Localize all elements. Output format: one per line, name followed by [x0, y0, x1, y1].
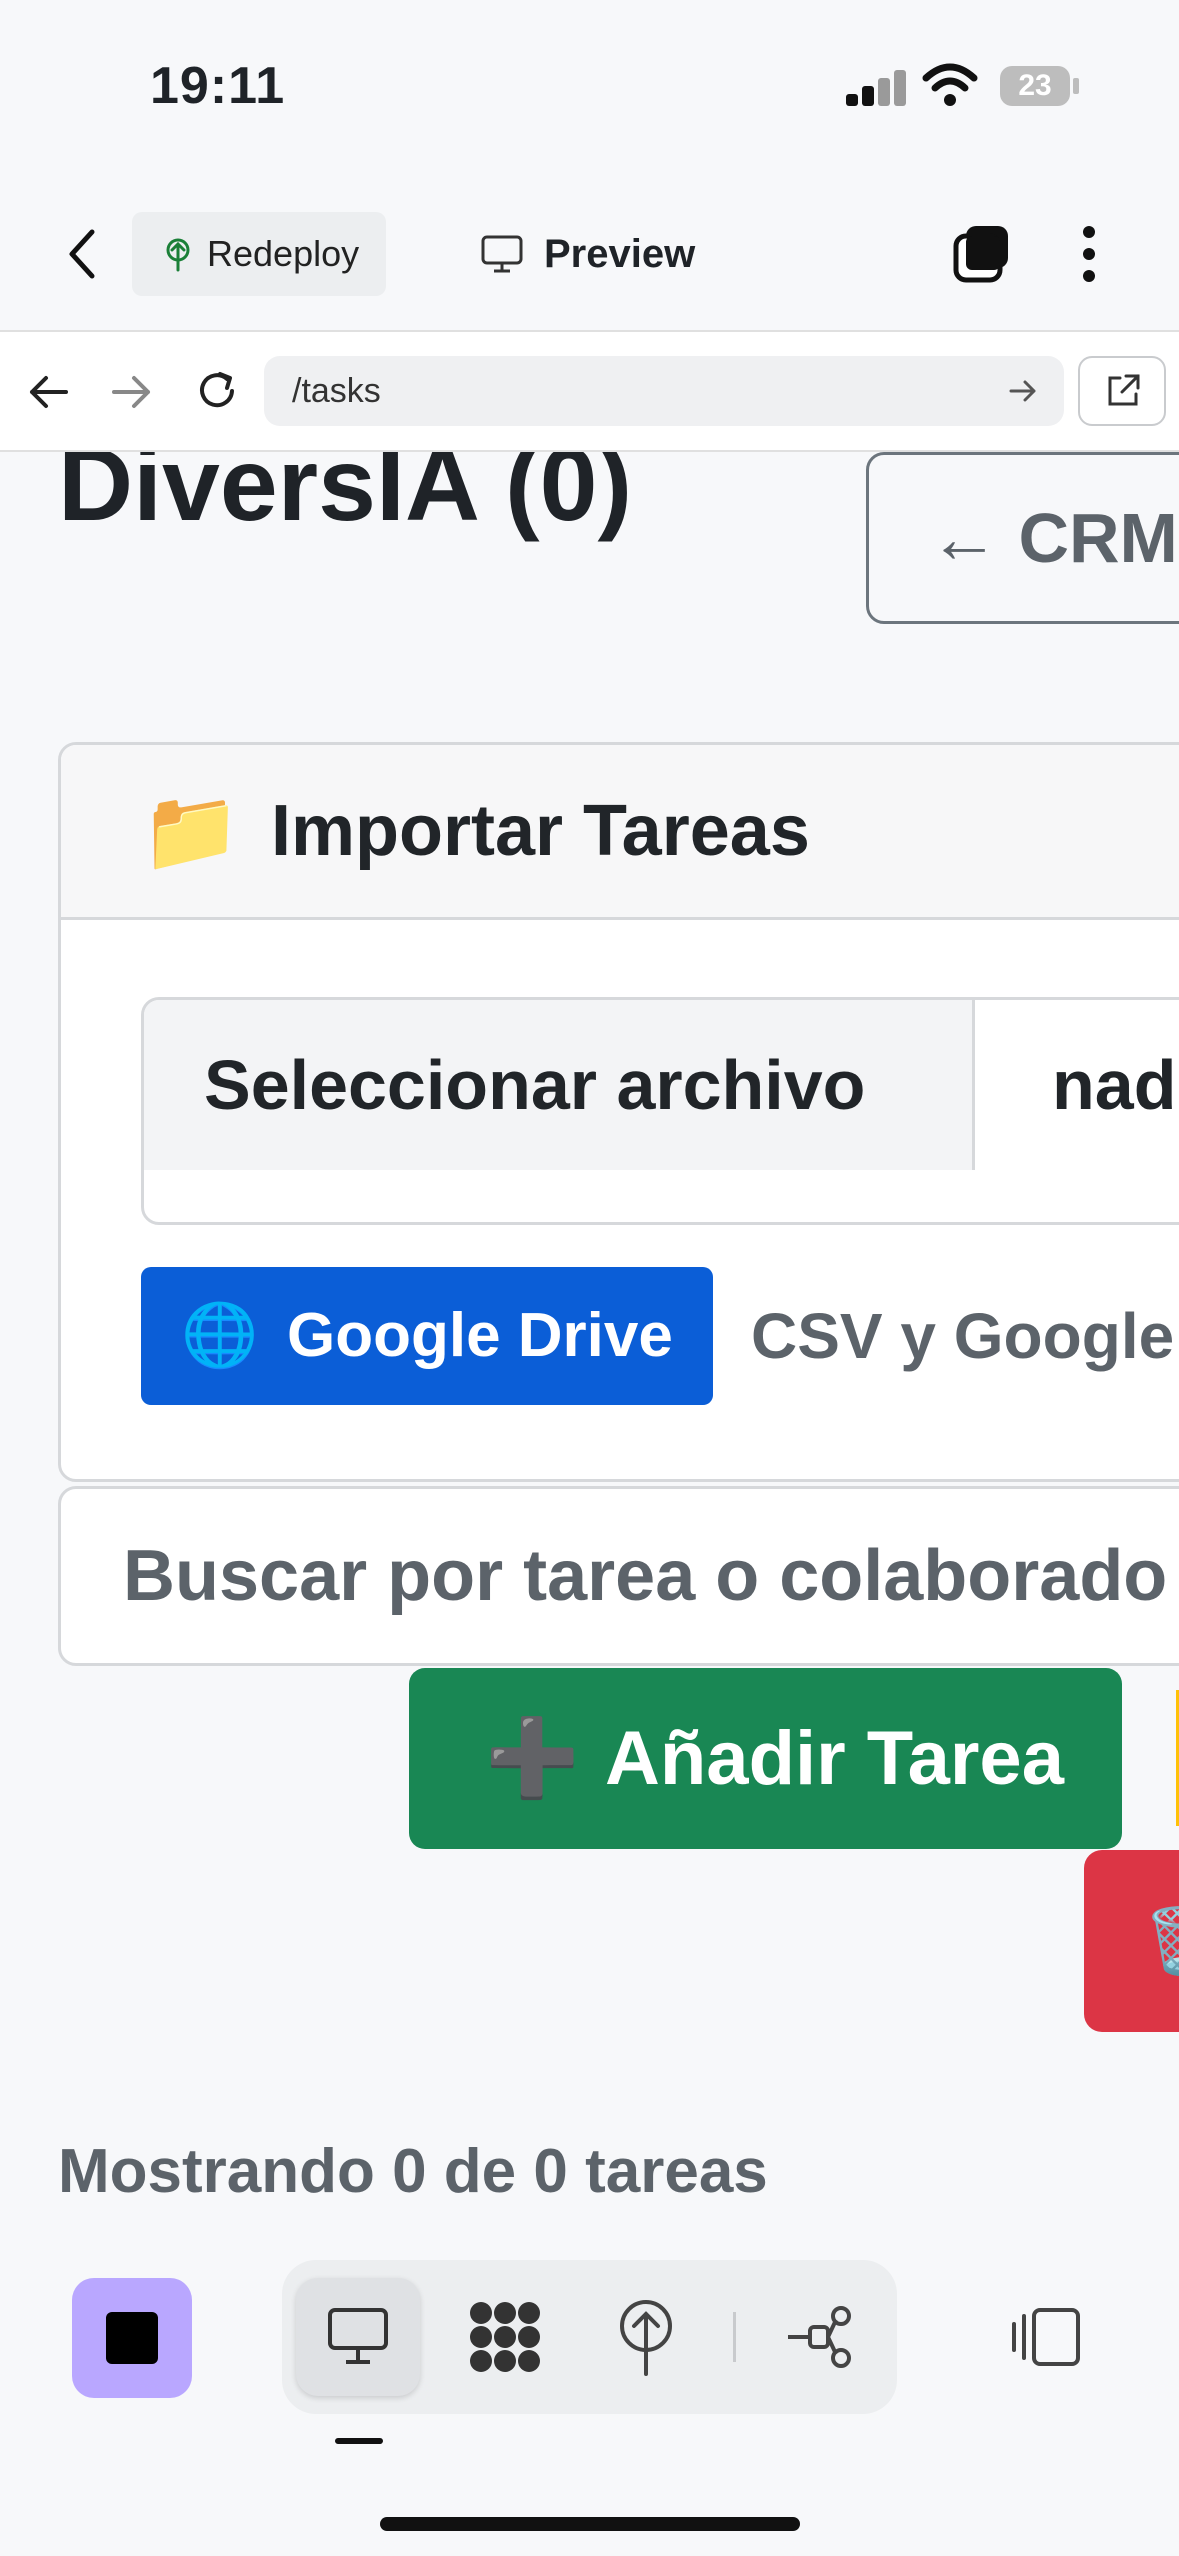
redeploy-button[interactable]: Redeploy: [132, 212, 386, 296]
trash-icon: 🗑️: [1144, 1850, 1179, 2032]
crm-button-label: ← CRM: [929, 499, 1178, 577]
toolbar-divider: [733, 2312, 736, 2362]
monitor-icon: [480, 234, 524, 274]
url-text: /tasks: [292, 372, 381, 410]
cellular-signal-icon: [846, 70, 906, 106]
battery-level: 23: [1018, 69, 1052, 102]
file-input[interactable]: Seleccionar archivo nad: [141, 997, 1179, 1225]
import-hint-text: CSV y Google: [751, 1300, 1175, 1372]
deploy-icon[interactable]: [614, 2298, 678, 2378]
agents-grid-icon[interactable]: [466, 2298, 544, 2376]
url-field[interactable]: /tasks: [264, 356, 1064, 426]
battery-icon: 23: [1000, 66, 1070, 106]
active-tab-indicator: [335, 2438, 383, 2444]
go-arrow-icon[interactable]: [1008, 378, 1038, 404]
globe-icon: 🌐: [181, 1301, 259, 1370]
add-task-button[interactable]: ➕ Añadir Tarea: [409, 1668, 1122, 1849]
import-card: 📁 Importar Tareas Seleccionar archivo na…: [58, 742, 1179, 1482]
reload-icon[interactable]: [192, 366, 242, 416]
folder-icon: 📁: [141, 786, 241, 875]
deploy-tree-icon: [160, 236, 196, 272]
file-status-text: nad: [1052, 1046, 1177, 1124]
google-drive-label: Google Drive: [287, 1301, 673, 1370]
home-indicator[interactable]: [380, 2517, 800, 2531]
back-chevron-icon[interactable]: [62, 226, 102, 282]
google-drive-button[interactable]: 🌐 Google Drive: [141, 1267, 713, 1405]
delete-button[interactable]: 🗑️: [1084, 1850, 1179, 2032]
external-link-icon: [1104, 372, 1142, 410]
add-task-label: Añadir Tarea: [605, 1716, 1064, 1801]
redeploy-label: Redeploy: [207, 233, 360, 274]
browser-forward-icon[interactable]: [110, 372, 154, 412]
page-title: DiversIA (0): [58, 452, 633, 543]
preview-tool-button[interactable]: [296, 2278, 420, 2396]
browser-back-icon[interactable]: [26, 372, 70, 412]
content-viewport: DiversIA (0) ← CRM 📁 Importar Tareas Sel…: [0, 452, 1179, 2214]
wifi-icon: [922, 62, 978, 108]
panel-toggle-icon[interactable]: [1010, 2306, 1082, 2368]
task-count-text: Mostrando 0 de 0 tareas: [58, 2137, 768, 2206]
more-vertical-icon[interactable]: [1076, 224, 1102, 284]
workflow-icon[interactable]: [784, 2302, 854, 2372]
preview-tab[interactable]: Preview: [544, 222, 695, 286]
import-card-title: Importar Tareas: [271, 791, 810, 871]
search-placeholder: Buscar por tarea o colaborado: [123, 1536, 1168, 1616]
select-file-button[interactable]: Seleccionar archivo: [144, 1000, 975, 1170]
open-external-button[interactable]: [1078, 356, 1166, 426]
battery-cap: [1073, 78, 1079, 94]
monitor-icon: [326, 2306, 390, 2366]
status-time: 19:11: [150, 57, 286, 115]
crm-back-button[interactable]: ← CRM: [866, 452, 1179, 624]
select-file-label: Seleccionar archivo: [204, 1046, 866, 1124]
stop-icon: [106, 2312, 158, 2364]
tabs-icon[interactable]: [952, 222, 1014, 284]
stop-button[interactable]: [72, 2278, 192, 2398]
search-input[interactable]: Buscar por tarea o colaborado: [58, 1486, 1179, 1666]
plus-icon: ➕: [485, 1716, 580, 1801]
import-card-header: 📁 Importar Tareas: [61, 745, 1179, 920]
